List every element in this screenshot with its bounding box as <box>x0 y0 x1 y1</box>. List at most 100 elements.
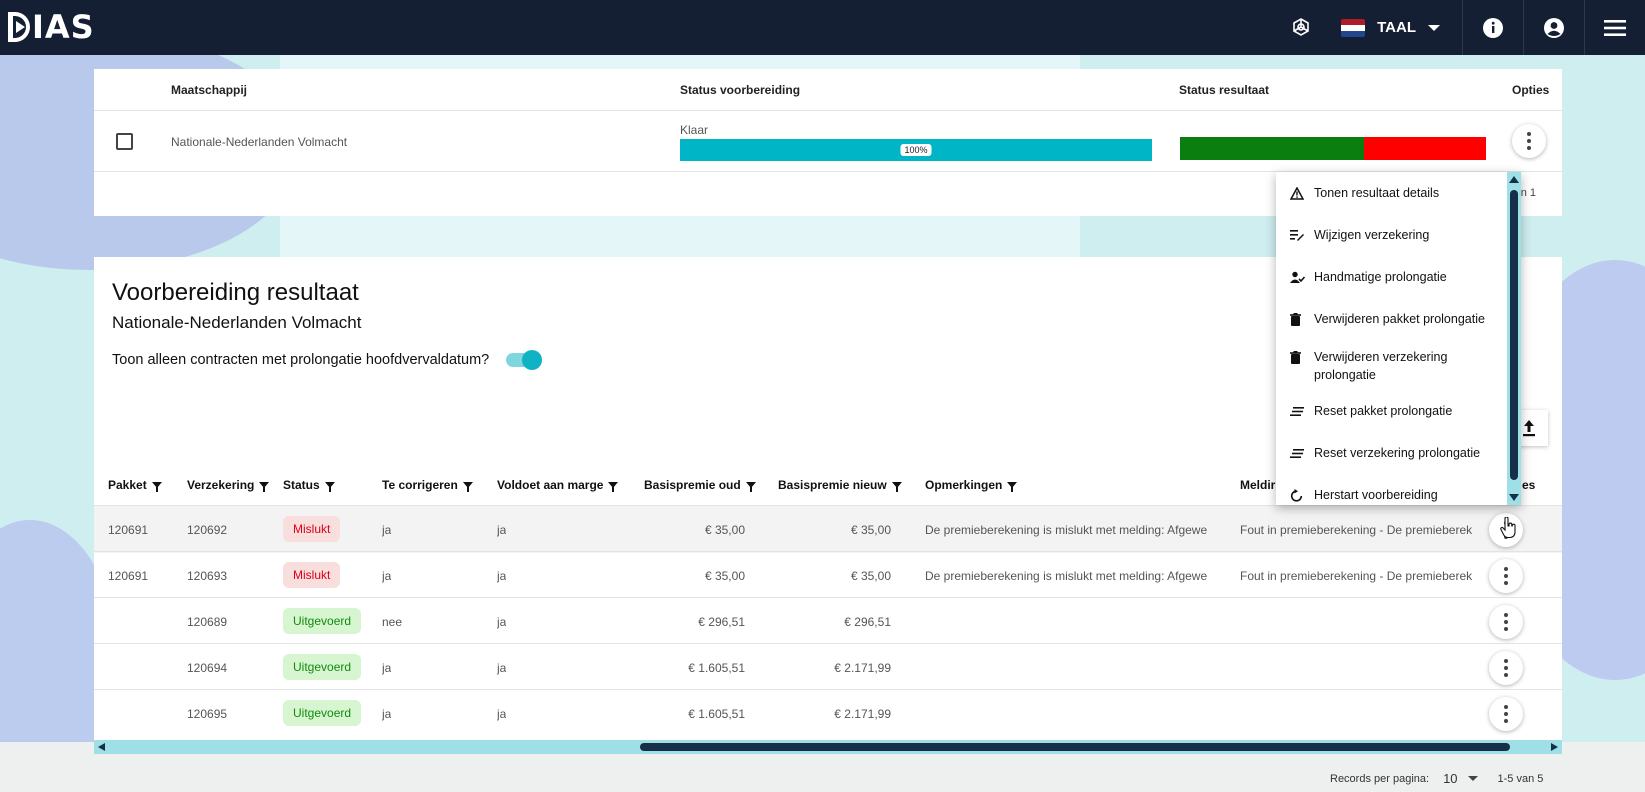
filter-icon[interactable] <box>151 482 162 492</box>
row-options-button[interactable] <box>1489 651 1523 685</box>
reset-list-icon <box>1290 402 1314 420</box>
cell-verzekering: 120692 <box>187 523 228 537</box>
status-badge: Uitgevoerd <box>283 700 362 726</box>
cell-voldoet: ja <box>497 661 507 675</box>
account-icon[interactable] <box>1524 0 1584 55</box>
more-vert-icon <box>1504 659 1508 677</box>
filter-icon[interactable] <box>608 482 619 492</box>
table-row[interactable]: 120691 120693 Mislukt ja ja € 35,00 € 35,00 De … <box>94 551 1562 599</box>
table-row[interactable]: 120691 120692 Mislukt ja ja € 35,00 € 35,00 De … <box>94 505 1562 553</box>
pagination-range: 1-5 van 5 <box>1497 772 1544 785</box>
cell-basispremie-nieuw: € 35,00 <box>850 523 891 537</box>
scrollbar-thumb[interactable] <box>640 743 1510 751</box>
filter-icon[interactable] <box>1007 482 1018 492</box>
menu-item-reset-verzekering-prolongatie[interactable]: Reset verzekering prolongatie <box>1290 444 1490 462</box>
top-bar: IAS TAAL <box>0 0 1645 55</box>
trash-icon <box>1290 348 1314 366</box>
column-pakket[interactable]: Pakket <box>108 478 162 492</box>
table-row[interactable]: 120694 Uitgevoerd ja ja € 1.605,51 € 2.171,99 <box>94 643 1562 691</box>
scroll-right-icon[interactable] <box>1551 743 1558 751</box>
table-row[interactable]: 120689 Uitgevoerd nee ja € 296,51 € 296,51 <box>94 597 1562 645</box>
cell-opmerkingen: De premieberekening is mislukt met meldi… <box>925 523 1208 537</box>
warning-icon <box>1290 184 1314 202</box>
restart-icon <box>1290 486 1314 504</box>
cell-basispremie-oud: € 35,00 <box>704 569 745 583</box>
column-company: Maatschappij <box>171 83 248 97</box>
table-row[interactable]: 120695 Uitgevoerd ja ja € 1.605,51 € 2.171,99 <box>94 689 1562 737</box>
menu-item-reset-pakket-prolongatie[interactable]: Reset pakket prolongatie <box>1290 402 1490 420</box>
hand-cursor-icon <box>1500 517 1516 539</box>
cell-te-corrigeren: ja <box>382 661 392 675</box>
column-options: Opties <box>1512 83 1550 97</box>
menu-item-label: Tonen resultaat details <box>1314 186 1440 200</box>
filter-icon[interactable] <box>324 482 335 492</box>
upload-icon <box>1523 420 1535 437</box>
scroll-down-icon[interactable] <box>1509 494 1519 501</box>
column-status[interactable]: Status <box>283 478 335 492</box>
row-options-button[interactable] <box>1489 559 1523 593</box>
menu-item-handmatige-prolongatie[interactable]: Handmatige prolongatie <box>1290 268 1490 286</box>
status-badge: Uitgevoerd <box>283 608 362 634</box>
cell-basispremie-oud: € 296,51 <box>698 615 745 629</box>
row-options-button[interactable] <box>1489 697 1523 731</box>
cell-voldoet: ja <box>497 523 507 537</box>
column-prep-status: Status voorbereiding <box>680 83 801 97</box>
column-opties: es <box>1522 478 1536 492</box>
filter-icon[interactable] <box>891 482 902 492</box>
result-fail-segment <box>1363 137 1486 160</box>
main-expiry-toggle[interactable] <box>506 350 542 370</box>
more-vert-icon <box>1504 613 1508 631</box>
column-te-corrigeren[interactable]: Te corrigeren <box>382 478 473 492</box>
menu-icon[interactable] <box>1585 0 1645 55</box>
cell-melding: Fout in premieberekening - De premiebere… <box>1240 569 1473 583</box>
cell-basispremie-nieuw: € 296,51 <box>844 615 891 629</box>
language-selector[interactable]: TAAL <box>1331 0 1462 55</box>
filter-icon[interactable] <box>745 482 756 492</box>
scroll-up-icon[interactable] <box>1509 176 1519 183</box>
row-checkbox[interactable] <box>116 133 133 150</box>
cell-basispremie-nieuw: € 2.171,99 <box>834 707 891 721</box>
cell-opmerkingen: De premieberekening is mislukt met meldi… <box>925 569 1208 583</box>
column-basispremie-nieuw[interactable]: Basispremie nieuw <box>778 478 902 492</box>
column-opmerkingen[interactable]: Opmerkingen <box>925 478 1018 492</box>
filter-icon[interactable] <box>462 482 473 492</box>
company-row[interactable]: Nationale-Nederlanden Volmacht Klaar 100… <box>94 111 1562 172</box>
row-options-button[interactable] <box>1512 124 1546 158</box>
company-pagination: n 1 <box>1520 187 1536 199</box>
person-check-icon <box>1290 268 1314 286</box>
chevron-down-icon <box>1428 24 1440 31</box>
menu-item-tonen-resultaat-details[interactable]: Tonen resultaat details <box>1290 184 1490 202</box>
row-options-button[interactable] <box>1489 605 1523 639</box>
menu-item-wijzigen-verzekering[interactable]: Wijzigen verzekering <box>1290 226 1490 244</box>
scroll-left-icon[interactable] <box>98 743 105 751</box>
menu-scrollbar-thumb[interactable] <box>1510 190 1518 480</box>
menu-item-label: Handmatige prolongatie <box>1314 270 1447 284</box>
column-voldoet[interactable]: Voldoet aan marge <box>497 478 619 492</box>
app-logo[interactable]: IAS <box>8 8 95 46</box>
cell-basispremie-oud: € 35,00 <box>704 523 745 537</box>
cell-voldoet: ja <box>497 615 507 629</box>
openai-icon[interactable] <box>1271 0 1331 55</box>
menu-item-verwijderen-verzekering-prolongatie[interactable]: Verwijderen verzekering prolongatie <box>1290 348 1490 384</box>
column-basispremie-oud[interactable]: Basispremie oud <box>644 478 756 492</box>
filter-icon[interactable] <box>259 482 270 492</box>
cell-verzekering: 120689 <box>187 615 228 629</box>
column-melding[interactable]: Meldir <box>1240 478 1275 492</box>
records-per-page-select[interactable]: 10 <box>1443 771 1478 786</box>
menu-item-verwijderen-pakket-prolongatie[interactable]: Verwijderen pakket prolongatie <box>1290 310 1490 328</box>
column-verzekering[interactable]: Verzekering <box>187 478 270 492</box>
page-title: Voorbereiding resultaat <box>112 279 359 306</box>
records-per-page-label: Records per pagina: <box>1330 772 1430 785</box>
cell-voldoet: ja <box>497 707 507 721</box>
company-table-header: Maatschappij Status voorbereiding Status… <box>94 69 1562 111</box>
chevron-down-icon <box>1467 776 1478 781</box>
cell-basispremie-oud: € 1.605,51 <box>688 707 745 721</box>
logo-text: IAS <box>32 8 95 46</box>
info-icon[interactable] <box>1463 0 1523 55</box>
more-vert-icon <box>1504 705 1508 723</box>
cell-verzekering: 120693 <box>187 569 228 583</box>
menu-item-herstart-voorbereiding[interactable]: Herstart voorbereiding <box>1290 486 1490 504</box>
menu-scrollbar[interactable] <box>1507 172 1521 505</box>
result-status-bar <box>1180 137 1486 160</box>
horizontal-scrollbar[interactable] <box>94 740 1562 754</box>
